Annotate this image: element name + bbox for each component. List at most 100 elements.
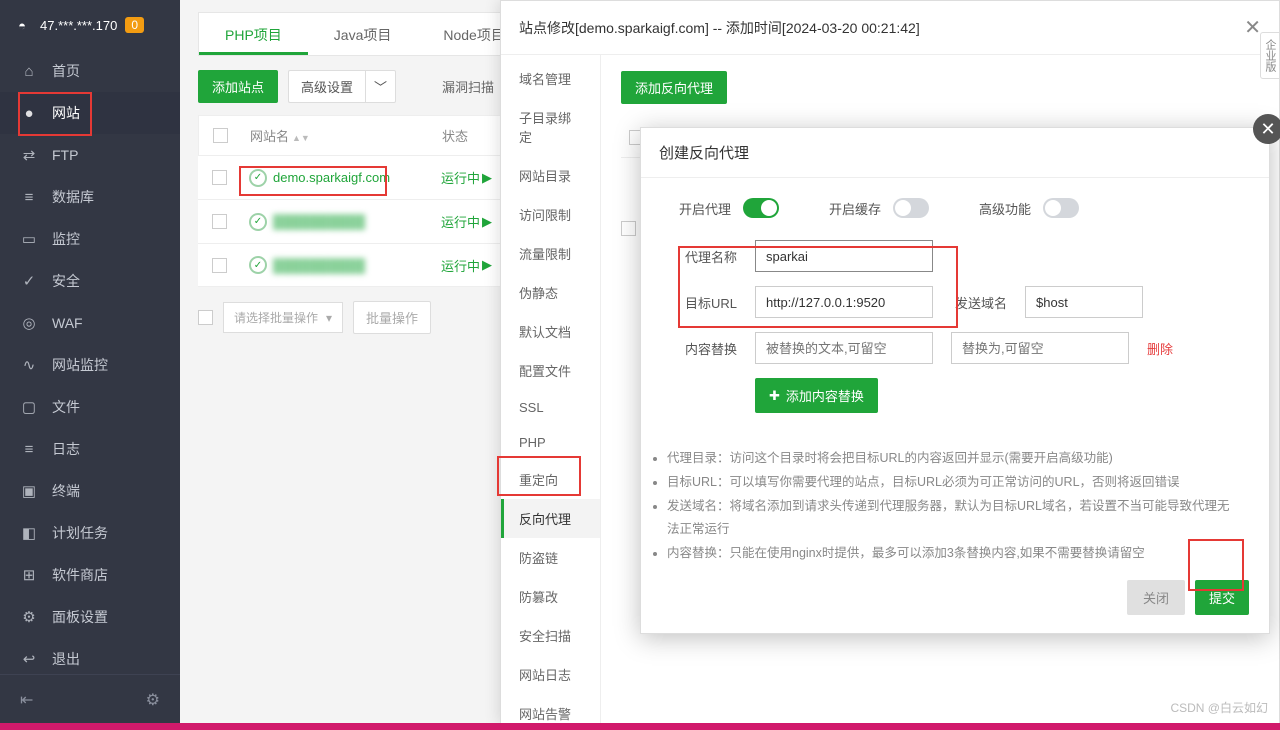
menu-redirect[interactable]: 重定向 bbox=[501, 460, 600, 499]
terminal-icon: ▣ bbox=[20, 482, 38, 500]
delete-replace-button[interactable]: 删除 bbox=[1147, 339, 1173, 358]
toggle-cache-label: 开启缓存 bbox=[829, 199, 881, 218]
col-status[interactable]: 状态 bbox=[442, 126, 468, 145]
batch-action-button[interactable]: 批量操作 bbox=[353, 301, 431, 334]
sidebar-item-logs[interactable]: ≡日志 bbox=[0, 428, 180, 470]
home-icon: ⌂ bbox=[20, 63, 38, 80]
batch-select[interactable]: 请选择批量操作▾ bbox=[223, 302, 343, 333]
toggle-row: 开启代理 开启缓存 高级功能 bbox=[679, 198, 1231, 218]
menu-php[interactable]: PHP bbox=[501, 425, 600, 460]
advanced-group: 高级设置 ﹀ bbox=[288, 70, 396, 103]
menu-antilink[interactable]: 防盗链 bbox=[501, 538, 600, 577]
sidebar-item-label: 终端 bbox=[52, 481, 80, 501]
tab-java[interactable]: Java项目 bbox=[308, 13, 418, 55]
advanced-settings-button[interactable]: 高级设置 bbox=[288, 70, 365, 103]
settings-gear-icon[interactable]: ⚙ bbox=[146, 690, 160, 710]
menu-sitelog[interactable]: 网站日志 bbox=[501, 655, 600, 694]
sidebar-item-terminal[interactable]: ▣ 终端 bbox=[0, 470, 180, 512]
site-name-cell[interactable]: ✓demo.sparkaigf.com bbox=[249, 169, 419, 187]
menu-reverseproxy[interactable]: 反向代理 bbox=[501, 499, 600, 538]
watermark: CSDN @白云如幻 bbox=[1170, 699, 1268, 716]
input-proxy-name[interactable] bbox=[755, 240, 933, 272]
add-site-button[interactable]: 添加站点 bbox=[198, 70, 278, 103]
menu-access[interactable]: 访问限制 bbox=[501, 195, 600, 234]
sidebar-item-home[interactable]: ⌂ 首页 bbox=[0, 50, 180, 92]
sidebar-item-label: 网站 bbox=[52, 103, 80, 123]
sidebar-item-files[interactable]: ▢文件 bbox=[0, 386, 180, 428]
sidebar-item-ftp[interactable]: ⇄FTP bbox=[0, 134, 180, 176]
col-sitename[interactable]: 网站名▲▼ bbox=[250, 126, 420, 145]
menu-sitedir[interactable]: 网站目录 bbox=[501, 156, 600, 195]
sidebar-item-label: 退出 bbox=[52, 649, 80, 669]
sidebar-footer: ⇤ ⚙ bbox=[0, 674, 180, 724]
row-checkbox[interactable] bbox=[212, 214, 227, 229]
select-all-checkbox[interactable] bbox=[213, 128, 228, 143]
tab-php[interactable]: PHP项目 bbox=[199, 13, 308, 55]
sidebar-item-label: 数据库 bbox=[52, 187, 94, 207]
sidebar-item-database[interactable]: ≡数据库 bbox=[0, 176, 180, 218]
add-reverse-proxy-button[interactable]: 添加反向代理 bbox=[621, 71, 727, 104]
sidebar-header: ◓ 47.***.***.170 0 bbox=[0, 0, 180, 50]
submit-button[interactable]: 提交 bbox=[1195, 580, 1249, 615]
input-replace-to[interactable] bbox=[951, 332, 1129, 364]
site-icon: ✓ bbox=[249, 213, 267, 231]
sidebar-item-label: 面板设置 bbox=[52, 607, 108, 627]
proxy-filter-checkbox[interactable] bbox=[621, 221, 636, 236]
modal1-title: 站点修改[demo.sparkaigf.com] -- 添加时间[2024-03… bbox=[519, 18, 920, 38]
menu-traffic[interactable]: 流量限制 bbox=[501, 234, 600, 273]
row-checkbox[interactable] bbox=[212, 258, 227, 273]
play-icon: ▶ bbox=[482, 170, 492, 186]
close-button[interactable]: 关闭 bbox=[1127, 580, 1185, 615]
alert-badge[interactable]: 0 bbox=[125, 17, 144, 33]
input-replace-from[interactable] bbox=[755, 332, 933, 364]
toggle-advanced-label: 高级功能 bbox=[979, 199, 1031, 218]
waf-icon: ◎ bbox=[20, 314, 38, 332]
sitemonitor-icon: ∿ bbox=[20, 356, 38, 374]
toggle-advanced[interactable] bbox=[1043, 198, 1079, 218]
add-content-replace-button[interactable]: ✚添加内容替换 bbox=[755, 378, 878, 413]
sidebar-item-settings[interactable]: ⚙ 面板设置 bbox=[0, 596, 180, 638]
shield-icon: ◓ bbox=[14, 18, 30, 33]
enterprise-tag[interactable]: 企业版 bbox=[1260, 32, 1280, 79]
menu-tamper[interactable]: 防篡改 bbox=[501, 577, 600, 616]
menu-defaultdoc[interactable]: 默认文档 bbox=[501, 312, 600, 351]
menu-sitealert[interactable]: 网站告警 bbox=[501, 694, 600, 723]
gear-icon: ⚙ bbox=[20, 608, 38, 626]
menu-domain[interactable]: 域名管理 bbox=[501, 59, 600, 98]
toggle-proxy[interactable] bbox=[743, 198, 779, 218]
tip-item: 发送域名：将域名添加到请求头传递到代理服务器，默认为目标URL域名，若设置不当可… bbox=[667, 495, 1241, 543]
advanced-dropdown[interactable]: ﹀ bbox=[365, 70, 396, 103]
toggle-cache[interactable] bbox=[893, 198, 929, 218]
menu-scan[interactable]: 安全扫描 bbox=[501, 616, 600, 655]
close-icon[interactable]: ✕ bbox=[1253, 114, 1280, 144]
input-target-url[interactable] bbox=[755, 286, 933, 318]
sidebar-item-website[interactable]: ● 网站 bbox=[0, 92, 180, 134]
site-name-cell[interactable]: ✓██████████ bbox=[249, 213, 419, 231]
menu-ssl[interactable]: SSL bbox=[501, 390, 600, 425]
menu-subdir[interactable]: 子目录绑定 bbox=[501, 98, 600, 156]
row-checkbox[interactable] bbox=[212, 170, 227, 185]
globe-icon: ● bbox=[20, 105, 38, 122]
sidebar-item-label: WAF bbox=[52, 315, 83, 331]
sidebar-item-cron[interactable]: ◧计划任务 bbox=[0, 512, 180, 554]
menu-config[interactable]: 配置文件 bbox=[501, 351, 600, 390]
sidebar-item-label: 文件 bbox=[52, 397, 80, 417]
close-icon[interactable]: ✕ bbox=[1244, 15, 1261, 40]
collapse-icon[interactable]: ⇤ bbox=[20, 690, 33, 710]
site-name-cell[interactable]: ✓██████████ bbox=[249, 256, 419, 274]
modal2-title: 创建反向代理 bbox=[641, 128, 1269, 178]
sidebar-item-label: 首页 bbox=[52, 61, 80, 81]
sidebar: ◓ 47.***.***.170 0 ⌂ 首页 ● 网站 ⇄FTP ≡数据库 ▭监控… bbox=[0, 0, 180, 724]
status-running: 运行中▶ bbox=[441, 168, 492, 187]
tip-item: 内容替换：只能在使用nginx时提供，最多可以添加3条替换内容,如果不需要替换请… bbox=[667, 542, 1241, 566]
sidebar-item-security[interactable]: ✓安全 bbox=[0, 260, 180, 302]
status-running: 运行中▶ bbox=[441, 212, 492, 231]
sidebar-item-waf[interactable]: ◎ WAF bbox=[0, 302, 180, 344]
sidebar-item-monitor[interactable]: ▭监控 bbox=[0, 218, 180, 260]
sidebar-item-store[interactable]: ⊞软件商店 bbox=[0, 554, 180, 596]
sidebar-item-sitemonitor[interactable]: ∿网站监控 bbox=[0, 344, 180, 386]
menu-rewrite[interactable]: 伪静态 bbox=[501, 273, 600, 312]
server-ip: 47.***.***.170 bbox=[40, 18, 117, 33]
input-send-domain[interactable] bbox=[1025, 286, 1143, 318]
batch-checkbox[interactable] bbox=[198, 310, 213, 325]
